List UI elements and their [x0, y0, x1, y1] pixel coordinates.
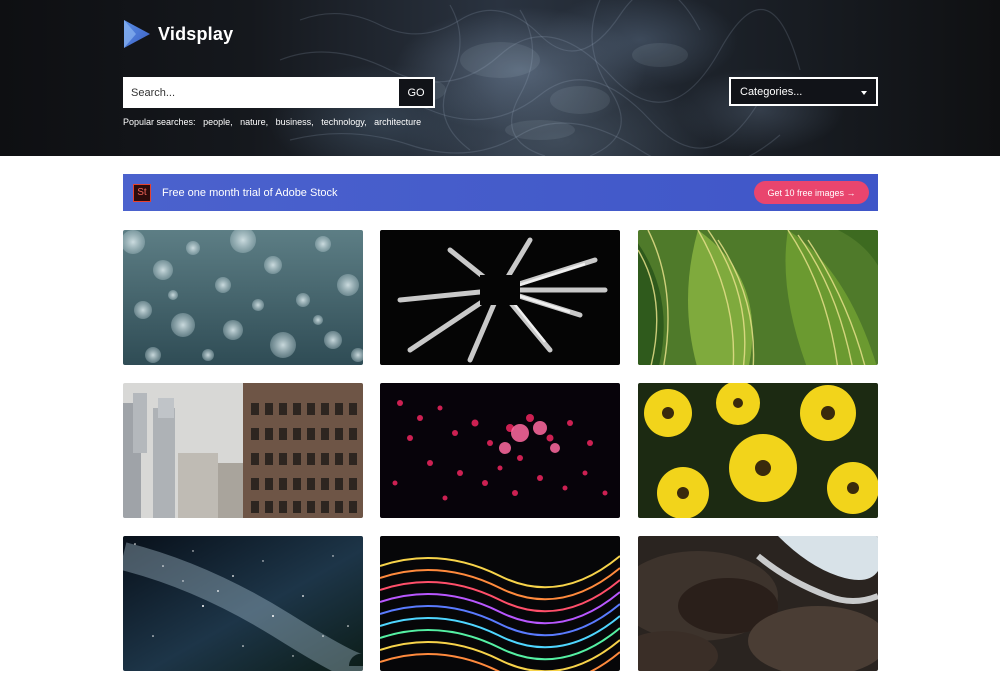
video-thumbnail[interactable] — [123, 230, 363, 365]
brand-name: Vidsplay — [158, 23, 234, 44]
video-thumbnail[interactable] — [638, 536, 878, 671]
video-thumbnail[interactable] — [638, 230, 878, 365]
chevron-down-icon — [861, 91, 867, 95]
bokeh-bubbles-thumbnail — [123, 230, 363, 365]
water-rocks-thumbnail — [638, 536, 878, 671]
city-buildings-thumbnail — [123, 383, 363, 518]
banner-text: Free one month trial of Adobe Stock — [162, 186, 338, 199]
categories-label: Categories... — [740, 85, 803, 98]
adobe-stock-banner[interactable]: St Free one month trial of Adobe Stock G… — [123, 174, 878, 211]
video-thumbnail[interactable] — [380, 536, 620, 671]
hero-header: Vidsplay GO Popular searches: people, na… — [0, 0, 1000, 156]
video-thumbnail[interactable] — [380, 230, 620, 365]
brand-logo[interactable]: Vidsplay — [122, 18, 233, 50]
popular-search-link[interactable]: nature, — [240, 117, 268, 127]
search-form: GO — [123, 77, 435, 108]
red-particles-thumbnail — [380, 383, 620, 518]
video-thumbnail[interactable] — [123, 383, 363, 518]
popular-searches-label: Popular searches: — [123, 117, 196, 127]
video-thumbnail[interactable] — [638, 383, 878, 518]
milky-way-thumbnail — [123, 536, 363, 671]
get-free-images-button[interactable]: Get 10 free images → — [754, 181, 869, 204]
colorful-lines-thumbnail — [380, 536, 620, 671]
search-go-button[interactable]: GO — [399, 79, 433, 106]
categories-dropdown[interactable]: Categories... — [729, 77, 878, 106]
video-thumbnail[interactable] — [380, 383, 620, 518]
video-thumbnail[interactable] — [123, 536, 363, 671]
popular-search-link[interactable]: business, — [276, 117, 314, 127]
popular-search-link[interactable]: technology, — [321, 117, 366, 127]
popular-searches: Popular searches: people, nature, busine… — [123, 117, 421, 127]
yellow-flowers-thumbnail — [638, 383, 878, 518]
play-triangle-logo-icon — [124, 20, 150, 48]
green-leaves-thumbnail — [638, 230, 878, 365]
popular-search-link[interactable]: architecture — [374, 117, 421, 127]
search-input[interactable] — [125, 79, 399, 106]
wrenches-thumbnail — [380, 230, 620, 365]
popular-search-link[interactable]: people, — [203, 117, 233, 127]
adobe-stock-logo-icon: St — [133, 183, 151, 202]
adobe-stock-logo-text: St — [137, 187, 147, 198]
